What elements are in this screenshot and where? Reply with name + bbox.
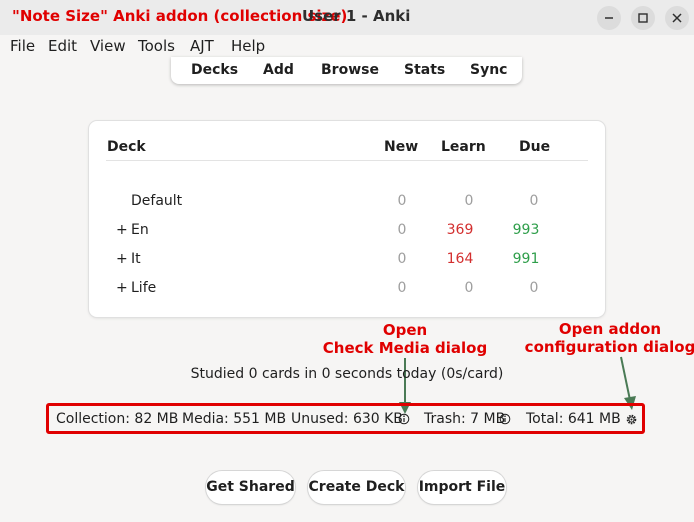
create-deck-button[interactable]: Create Deck: [308, 471, 405, 504]
get-shared-button[interactable]: Get Shared: [206, 471, 295, 504]
collection-size: Collection: 82 MB: [56, 411, 179, 427]
gear-icon[interactable]: [625, 413, 638, 426]
media-size: Media: 551 MB: [182, 411, 287, 427]
total-size: Total: 641 MB: [526, 411, 621, 427]
annotation-arrows: [399, 356, 636, 414]
info-icon[interactable]: [499, 413, 511, 425]
info-icon[interactable]: [398, 413, 410, 425]
studied-today-text: Studied 0 cards in 0 seconds today (0s/c…: [190, 366, 504, 382]
trash-size[interactable]: Trash: 7 MB: [424, 411, 505, 427]
import-file-button[interactable]: Import File: [418, 471, 506, 504]
unused-size[interactable]: Unused: 630 KB: [291, 411, 403, 427]
